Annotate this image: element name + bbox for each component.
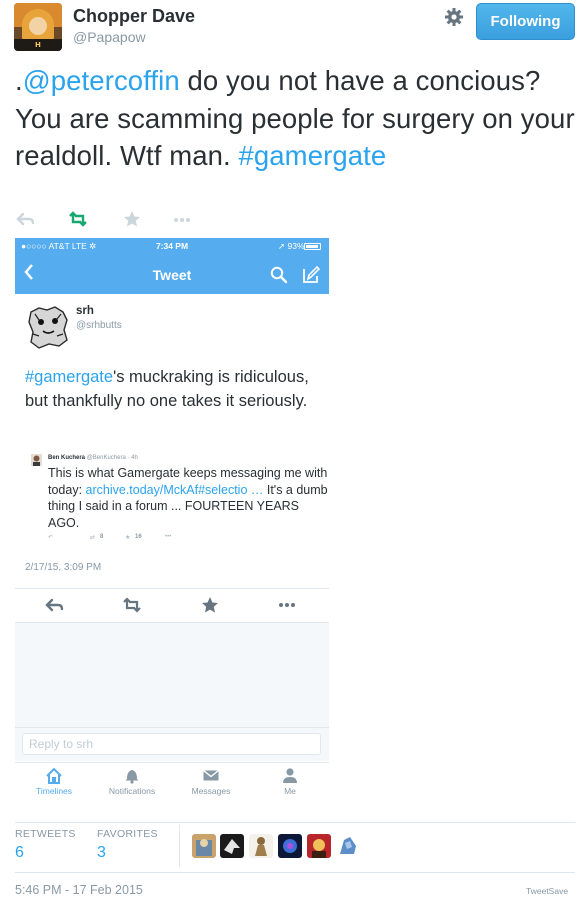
status-battery-text: ➚ 93% (278, 241, 305, 251)
compose-icon[interactable] (301, 265, 321, 285)
search-icon[interactable] (270, 266, 288, 284)
quoted-author-name: Ben Kuchera (48, 455, 86, 461)
quoted-retweet-icon: ⇄ (90, 535, 96, 541)
favoriter-avatar[interactable] (192, 834, 216, 858)
tab-timelines[interactable]: Timelines (15, 767, 93, 796)
inner-more-icon[interactable] (276, 595, 298, 615)
inner-author-avatar[interactable] (25, 304, 71, 350)
divider (179, 825, 180, 867)
home-icon (46, 767, 62, 784)
tweetsave-watermark: TweetSave (526, 886, 569, 896)
inner-author-handle[interactable]: @srhbutts (76, 320, 122, 331)
inner-retweet-icon[interactable] (120, 595, 144, 615)
avatar-banner-text: H OOOOOOOH (14, 39, 62, 51)
inner-author-name[interactable]: srh (76, 305, 94, 317)
tab-messages-label: Messages (191, 786, 231, 796)
gear-icon[interactable] (444, 7, 464, 27)
favoriter-avatar[interactable] (307, 834, 331, 858)
envelope-icon (203, 769, 219, 781)
favorite-icon[interactable] (121, 207, 143, 231)
embedded-screenshot[interactable]: ●○○○○ AT&T LTE ✲ 7:34 PM ➚ 93% Tweet srh… (15, 238, 329, 802)
tab-me[interactable]: Me (251, 767, 329, 796)
tab-notifications-label: Notifications (108, 786, 156, 796)
author-name[interactable]: Chopper Dave (73, 6, 195, 27)
battery-icon (304, 243, 321, 250)
empty-replies-area (15, 623, 329, 727)
divider (15, 872, 575, 873)
favoriter-avatar[interactable] (220, 834, 244, 858)
favoriter-avatar[interactable] (336, 834, 360, 858)
tab-me-label: Me (284, 786, 296, 796)
tweet-prefix: . (15, 65, 23, 96)
bell-icon (125, 770, 139, 784)
inner-favorite-icon[interactable] (199, 595, 221, 615)
favorites-count[interactable]: 3 (97, 844, 106, 862)
quoted-archive-link[interactable]: archive.today/MckAf#selectio … (86, 483, 264, 497)
inner-tweet-date: 2/17/15, 3:09 PM (25, 562, 102, 573)
reply-bar: Reply to srh (15, 727, 329, 761)
person-icon (283, 768, 297, 783)
tab-messages[interactable]: Messages (172, 767, 250, 796)
quoted-favorite-count: 16 (135, 534, 142, 540)
author-avatar[interactable]: H OOOOOOOH (14, 3, 62, 51)
phone-tab-bar: Timelines Notifications Messages Me (15, 762, 329, 802)
quoted-more-icon: ••• (165, 534, 172, 540)
quoted-author-handle: @BenKuchera · 4h (86, 455, 138, 461)
reply-icon[interactable] (15, 207, 37, 231)
tab-timelines-label: Timelines (35, 786, 73, 796)
more-icon[interactable] (171, 207, 193, 231)
mention-link[interactable]: @petercoffin (23, 65, 180, 96)
quoted-author-avatar (31, 454, 42, 466)
favoriter-avatar[interactable] (249, 834, 273, 858)
divider (15, 588, 329, 589)
quoted-reply-icon: ↶ (48, 535, 54, 541)
retweet-icon[interactable] (66, 207, 90, 231)
quoted-retweet-count: 8 (100, 534, 104, 540)
reply-input[interactable]: Reply to srh (22, 733, 321, 755)
status-bar: ●○○○○ AT&T LTE ✲ 7:34 PM ➚ 93% (15, 241, 329, 253)
inner-hashtag-link[interactable]: #gamergate (25, 368, 113, 386)
favoriter-avatar[interactable] (278, 834, 302, 858)
inner-tweet-actions (15, 595, 329, 617)
author-handle[interactable]: @Papapow (73, 29, 146, 45)
divider (15, 822, 575, 823)
retweets-label: RETWEETS (15, 828, 76, 840)
retweets-count[interactable]: 6 (15, 844, 24, 862)
tweet-text: .@petercoffin do you not have a concious… (15, 62, 575, 175)
following-button[interactable]: Following (476, 3, 575, 40)
phone-nav-bar: ●○○○○ AT&T LTE ✲ 7:34 PM ➚ 93% Tweet (15, 238, 329, 294)
inner-tweet-text: #gamergate's muckraking is ridiculous, b… (25, 366, 325, 413)
tweet-timestamp[interactable]: 5:46 PM - 17 Feb 2015 (15, 883, 143, 897)
tab-notifications[interactable]: Notifications (93, 767, 171, 796)
quoted-favorite-icon: ★ (125, 535, 131, 541)
favorites-label: FAVORITES (97, 828, 158, 840)
quoted-tweet-text: This is what Gamergate keeps messaging m… (48, 465, 328, 531)
inner-reply-icon[interactable] (44, 595, 66, 615)
hashtag-link[interactable]: #gamergate (239, 140, 387, 171)
quoted-author: Ben Kuchera @BenKuchera · 4h (48, 455, 138, 461)
